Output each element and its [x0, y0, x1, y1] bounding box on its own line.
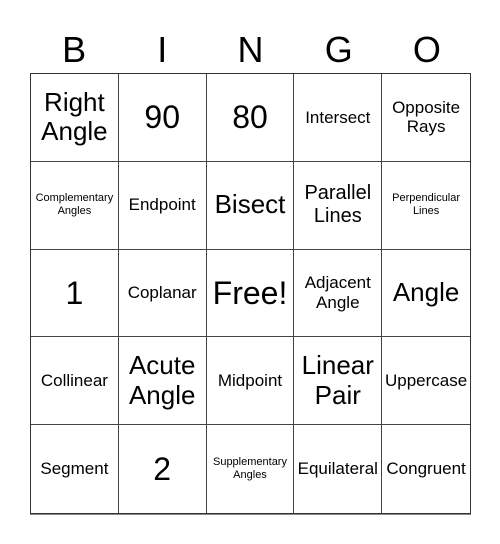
bingo-cell-text: Midpoint	[217, 371, 283, 391]
bingo-cell-text: Congruent	[386, 459, 466, 479]
bingo-cell-text: Segment	[40, 459, 109, 479]
bingo-cell-text: Supplementary Angles	[212, 455, 287, 482]
bingo-cell-text: Parallel Lines	[304, 182, 372, 228]
bingo-cell[interactable]: Free!	[206, 249, 295, 338]
bingo-cell[interactable]: 80	[206, 74, 295, 162]
bingo-cell[interactable]: 2	[119, 425, 207, 513]
bingo-cell[interactable]: Endpoint	[118, 161, 207, 250]
bingo-cell[interactable]: Linear Pair	[294, 337, 383, 426]
header-letter-o: O	[412, 29, 441, 70]
bingo-cell[interactable]: Angle	[382, 250, 470, 338]
bingo-cell-text: Equilateral	[297, 459, 378, 479]
bingo-cell[interactable]: Parallel Lines	[294, 161, 383, 250]
bingo-cell-text: Collinear	[40, 371, 108, 391]
bingo-cell-text: Acute Angle	[128, 349, 196, 410]
bingo-cell[interactable]: Coplanar	[118, 249, 207, 338]
header-letter-g: G	[324, 29, 353, 70]
bingo-cell-text: Free!	[212, 274, 288, 311]
bingo-cell-text: Opposite Rays	[392, 97, 461, 137]
bingo-cell[interactable]: Midpoint	[206, 337, 295, 426]
bingo-cell[interactable]: Collinear	[31, 337, 119, 426]
bingo-cell[interactable]: Segment	[31, 425, 119, 513]
bingo-header: B I N G O	[30, 28, 471, 72]
bingo-cell[interactable]: Adjacent Angle	[294, 249, 383, 338]
bingo-cell-text: 2	[153, 450, 172, 487]
bingo-cell[interactable]: Intersect	[294, 74, 383, 162]
bingo-cell[interactable]: Supplementary Angles	[207, 425, 295, 513]
bingo-cell[interactable]: Right Angle	[31, 74, 119, 162]
bingo-cell[interactable]: Equilateral	[294, 425, 383, 513]
bingo-cell-text: Bisect	[214, 189, 286, 220]
bingo-cell-text: 1	[65, 274, 84, 311]
bingo-cell-text: Uppercase	[384, 371, 468, 391]
header-letter-i: I	[157, 29, 168, 70]
bingo-cell[interactable]: 1	[31, 249, 119, 338]
bingo-cell-text: Complementary Angles	[35, 192, 114, 218]
header-letter-n: N	[237, 29, 264, 70]
bingo-cell-text: Perpendicular Lines	[392, 192, 461, 218]
bingo-cell-text: 80	[232, 99, 268, 135]
bingo-cell[interactable]: Perpendicular Lines	[382, 162, 470, 250]
bingo-cell-text: Intersect	[305, 107, 371, 127]
bingo-cell[interactable]: Bisect	[206, 161, 295, 250]
bingo-cell-text: Linear Pair	[301, 349, 374, 410]
bingo-cell-text: Adjacent Angle	[304, 273, 371, 312]
bingo-cell-text: 90	[144, 99, 180, 135]
bingo-cell[interactable]: 90	[118, 74, 207, 162]
bingo-cell-text: Angle	[392, 277, 460, 308]
bingo-cell-text: Coplanar	[127, 283, 197, 303]
bingo-cell[interactable]: Acute Angle	[118, 337, 207, 426]
bingo-grid: Right Angle 90 80 Intersect Opposite Rays Com…	[30, 73, 471, 514]
bingo-cell[interactable]: Opposite Rays	[382, 74, 470, 162]
bingo-cell-text: Right Angle	[41, 86, 108, 147]
bingo-cell-text: Endpoint	[128, 195, 196, 215]
header-letter-b: B	[62, 29, 87, 70]
bingo-cell[interactable]: Congruent	[382, 425, 470, 513]
bingo-cell[interactable]: Uppercase	[382, 337, 470, 426]
bingo-cell[interactable]: Complementary Angles	[31, 161, 119, 250]
